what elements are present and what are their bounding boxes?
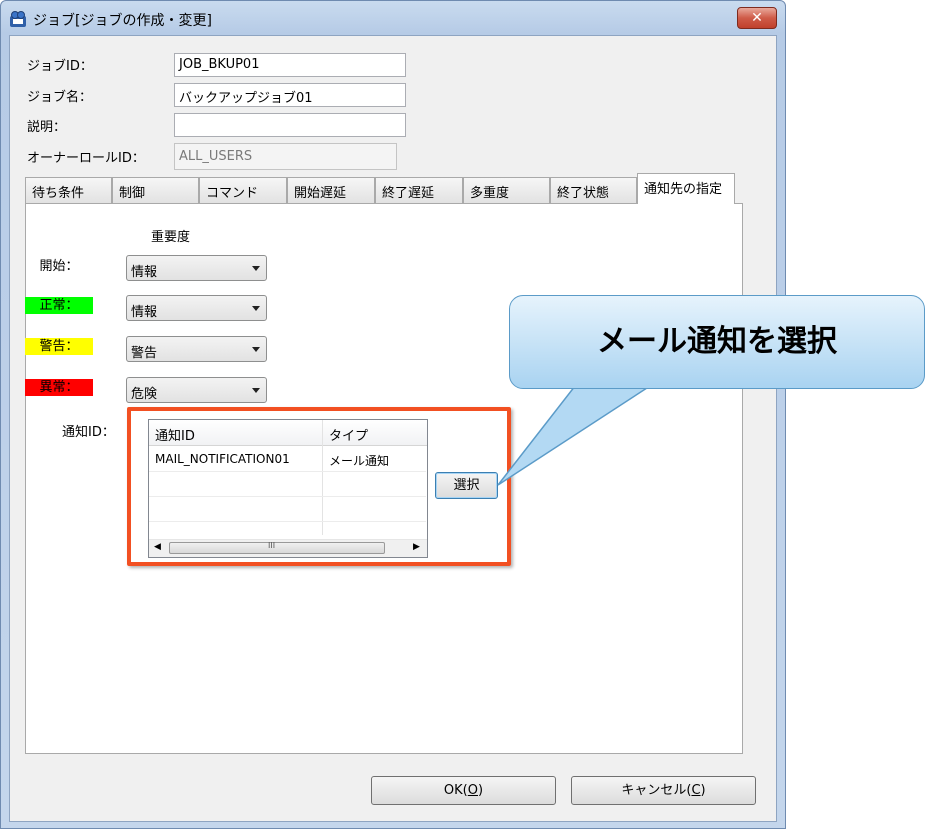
- callout-annotation: メール通知を選択: [509, 295, 925, 389]
- callout-pointer: [497, 385, 653, 486]
